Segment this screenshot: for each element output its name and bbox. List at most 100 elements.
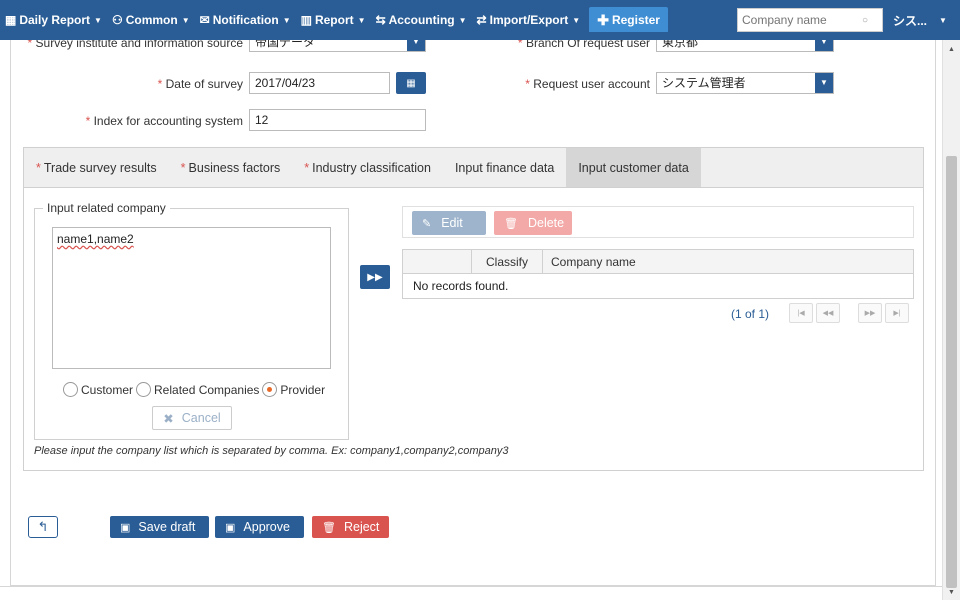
refresh-icon: ⇆	[375, 13, 386, 27]
user-menu-label: シス...	[893, 13, 928, 28]
column-header-select[interactable]	[403, 250, 472, 273]
date-of-survey-label: * Date of survey	[157, 77, 243, 91]
index-input[interactable]: 12	[249, 109, 426, 131]
caret-down-icon: ▼	[94, 15, 102, 25]
grid-pager: (1 of 1) |◀ ◀◀ ▶▶ ▶|	[402, 301, 914, 325]
input-hint: Please input the company list which is s…	[34, 445, 509, 457]
textarea-value: name1,name2	[57, 232, 134, 246]
edit-label: Edit	[441, 216, 463, 230]
fast-forward-icon: ▶▶	[367, 271, 383, 283]
tab-bar: * Trade survey results * Business factors …	[24, 148, 923, 188]
radio-provider[interactable]	[262, 382, 278, 397]
tab-trade-survey-results[interactable]: * Trade survey results	[24, 148, 169, 187]
trash-icon: 🗑	[322, 521, 336, 534]
exchange-icon: ⇄	[476, 13, 487, 27]
scroll-up-icon[interactable]: ▲	[948, 46, 955, 53]
empty-row: No records found.	[413, 279, 509, 293]
radio-related-companies-label: Related Companies	[154, 382, 260, 397]
floppy-icon: ▣	[225, 521, 236, 534]
caret-down-icon: ▼	[572, 15, 581, 25]
caret-down-icon: ▼	[282, 15, 291, 25]
relation-type-radios: Customer Related Companies Provider	[63, 382, 328, 397]
tab-input-customer-data[interactable]: Input customer data	[566, 148, 701, 187]
column-header-company-name[interactable]: Company name	[543, 250, 913, 273]
radio-customer[interactable]	[63, 382, 78, 397]
caret-down-icon: ▼	[181, 15, 190, 25]
search-icon[interactable]: ○	[862, 15, 868, 26]
grid-header: Classify Company name	[403, 250, 913, 274]
cancel-button[interactable]: ✖ Cancel	[152, 406, 232, 430]
nav-import-export-label: Import/Export	[489, 13, 569, 27]
caret-down-icon: ▼	[939, 15, 947, 25]
add-to-list-button[interactable]: ▶▶	[360, 265, 390, 289]
next-page-button[interactable]: ▶▶	[858, 303, 882, 323]
tab-business-factors[interactable]: * Business factors	[169, 148, 293, 187]
date-of-survey-input[interactable]: 2017/04/23	[249, 72, 390, 94]
register-label: Register	[611, 13, 660, 27]
delete-label: Delete	[527, 216, 565, 230]
caret-down-icon: ▼	[458, 15, 467, 25]
tab-input-finance-data[interactable]: Input finance data	[443, 148, 566, 187]
next-page-icon: ▶▶	[864, 310, 876, 317]
last-page-icon: ▶|	[893, 310, 901, 317]
radio-related-companies[interactable]	[136, 382, 152, 397]
scroll-down-icon[interactable]: ▼	[948, 589, 955, 596]
request-account-select[interactable]: システム管理者 ▼	[656, 72, 834, 94]
save-draft-button[interactable]: ▣ Save draft	[110, 516, 209, 538]
users-icon: ⚇	[111, 13, 123, 27]
vertical-scrollbar[interactable]: ▲ ▼	[942, 40, 960, 600]
approve-label: Approve	[243, 520, 290, 534]
calendar-icon: ▦	[5, 13, 17, 27]
request-account-label: * Request user account	[525, 77, 650, 91]
floppy-icon: ▣	[120, 521, 131, 534]
close-icon: ✖	[163, 411, 174, 426]
back-arrow-icon: ↰	[37, 519, 49, 534]
navbar-shadow	[0, 32, 942, 40]
prev-page-button[interactable]: ◀◀	[816, 303, 840, 323]
envelope-icon: ✉	[199, 13, 210, 27]
nav-daily-report-label: Daily Report	[19, 13, 91, 27]
scrollbar-thumb[interactable]	[946, 156, 957, 588]
chart-icon: ▥	[300, 13, 312, 27]
reject-label: Reject	[343, 520, 380, 534]
calendar-button[interactable]: ▦	[396, 72, 426, 94]
plus-icon: ✚	[597, 11, 609, 28]
grid-toolbar: ✎ Edit 🗑 Delete	[402, 206, 914, 238]
tab-industry-classification[interactable]: * Industry classification	[292, 148, 443, 187]
column-header-classify[interactable]: Classify	[472, 250, 543, 273]
related-company-fieldset: Input related company name1,name2 Custom…	[34, 201, 349, 440]
register-button[interactable]: ✚ Register	[589, 7, 668, 33]
fieldset-legend: Input related company	[43, 201, 170, 215]
first-page-button[interactable]: |◀	[789, 303, 813, 323]
company-grid: Classify Company name No records found.	[402, 249, 914, 299]
page-info: (1 of 1)	[731, 307, 770, 321]
caret-down-icon: ▼	[357, 15, 366, 25]
company-search-input[interactable]	[742, 13, 862, 27]
request-account-value: システム管理者	[662, 76, 746, 90]
related-company-textarea[interactable]: name1,name2	[52, 227, 331, 369]
nav-report-label: Report	[314, 13, 354, 27]
delete-button[interactable]: 🗑 Delete	[494, 211, 572, 235]
nav-notification-label: Notification	[212, 13, 279, 27]
reject-button[interactable]: 🗑 Reject	[312, 516, 389, 538]
save-draft-label: Save draft	[138, 520, 196, 534]
cancel-label: Cancel	[181, 411, 221, 425]
prev-page-icon: ◀◀	[822, 310, 834, 317]
edit-button[interactable]: ✎ Edit	[412, 211, 486, 235]
approve-button[interactable]: ▣ Approve	[215, 516, 304, 538]
nav-common-label: Common	[125, 13, 178, 27]
last-page-button[interactable]: ▶|	[885, 303, 909, 323]
dropdown-icon[interactable]: ▼	[815, 73, 833, 93]
trash-icon: 🗑	[504, 217, 518, 230]
radio-provider-label: Provider	[280, 382, 326, 397]
tab-panel: * Trade survey results * Business factors …	[23, 147, 924, 471]
divider	[0, 586, 942, 587]
first-page-icon: |◀	[797, 310, 805, 317]
index-label: * Index for accounting system	[85, 114, 243, 128]
back-button[interactable]: ↰	[28, 516, 58, 538]
nav-accounting-label: Accounting	[388, 13, 455, 27]
radio-customer-label: Customer	[81, 382, 134, 397]
edit-icon: ✎	[422, 217, 432, 230]
company-search: ○	[737, 8, 883, 32]
calendar-icon: ▦	[406, 77, 416, 89]
